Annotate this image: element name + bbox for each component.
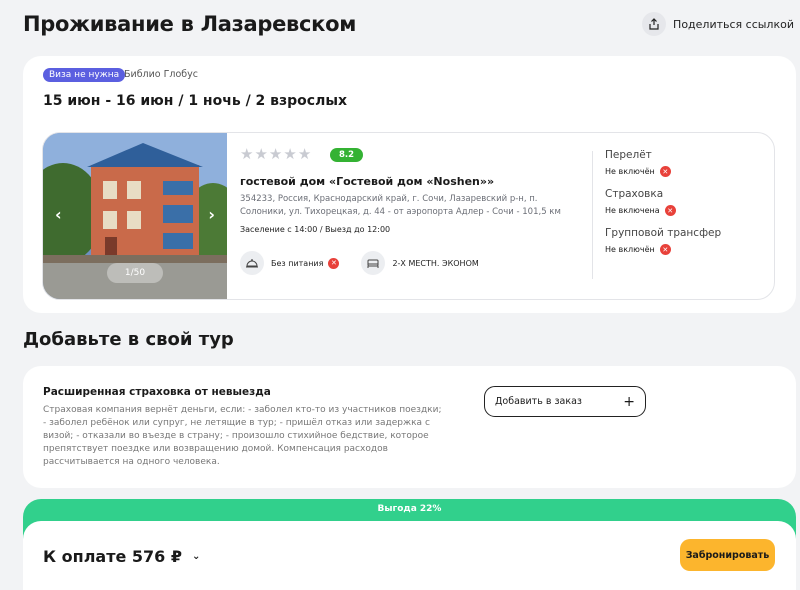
star-icon: ★ <box>240 145 254 163</box>
share-label: Поделиться ссылкой <box>673 17 794 31</box>
photo-prev-button[interactable]: ‹ <box>55 205 62 224</box>
payment-panel: Выгода 22% К оплате 576 ₽ ⌄ Забронироват… <box>23 499 796 590</box>
hotel-name[interactable]: гостевой дом «Гостевой дом «Noshen»» <box>240 175 494 188</box>
checkin-info: Заселение с 14:00 / Выезд до 12:00 <box>240 225 391 234</box>
add-to-order-button[interactable]: Добавить в заказ + <box>484 386 646 417</box>
inclusion-insurance: Страховка Не включена ✕ <box>605 188 721 216</box>
star-icon: ★ <box>283 145 297 163</box>
hotel-card[interactable]: ‹ › 1/50 ★ ★ ★ ★ ★ 8.2 гостевой дом «Гос… <box>42 132 775 300</box>
visa-badge: Виза не нужна <box>43 68 126 82</box>
star-icon: ★ <box>268 145 283 163</box>
tour-dates: 15 июн - 16 июн / 1 ночь / 2 взрослых <box>43 93 348 109</box>
inclusion-transfer: Групповой трансфер Не включён ✕ <box>605 227 721 255</box>
tour-card: Виза не нужна Библио Глобус 15 июн - 16 … <box>23 56 796 313</box>
inclusion-status: Не включена ✕ <box>605 205 721 216</box>
star-rating: ★ ★ ★ ★ ★ <box>240 147 311 162</box>
chevron-down-icon: ⌄ <box>192 551 201 562</box>
insurance-description: Страховая компания вернёт деньги, если: … <box>43 405 442 467</box>
add-to-order-label: Добавить в заказ <box>495 396 582 407</box>
payment-bar: К оплате 576 ₽ ⌄ Забронировать <box>23 521 796 590</box>
bed-icon <box>361 251 386 275</box>
insurance-card: Расширенная страховка от невыезда Страхо… <box>23 366 796 488</box>
tour-operator: Библио Глобус <box>124 69 199 80</box>
plus-icon: + <box>623 393 635 410</box>
rating-badge: 8.2 <box>330 148 364 162</box>
inclusion-flight: Перелёт Не включён ✕ <box>605 149 721 177</box>
insurance-title: Расширенная страховка от невыезда <box>43 386 271 398</box>
not-included-icon: ✕ <box>659 166 671 177</box>
hotel-address: 354233, Россия, Краснодарский край, г. С… <box>240 194 561 217</box>
inclusion-status: Не включён ✕ <box>605 244 721 255</box>
total-price-toggle[interactable]: К оплате 576 ₽ ⌄ <box>43 547 200 566</box>
total-price: К оплате 576 ₽ <box>43 547 183 566</box>
cloche-icon <box>240 251 264 275</box>
addons-title: Добавьте в свой тур <box>23 329 234 350</box>
inclusion-title: Групповой трансфер <box>605 227 722 239</box>
page-title: Проживание в Лазаревском <box>23 12 357 36</box>
meal-label: Без питания <box>271 258 324 268</box>
divider <box>592 151 593 279</box>
not-included-icon: ✕ <box>659 244 671 255</box>
inclusion-title: Страховка <box>605 188 664 200</box>
inclusions-list: Перелёт Не включён ✕ Страховка Не включен… <box>605 149 721 266</box>
inclusion-status: Не включён ✕ <box>605 166 721 177</box>
star-icon: ★ <box>254 145 268 163</box>
star-icon: ★ <box>297 145 312 163</box>
book-button[interactable]: Забронировать <box>680 539 775 571</box>
photo-counter: 1/50 <box>107 263 163 283</box>
photo-next-button[interactable]: › <box>208 205 215 224</box>
not-included-icon: ✕ <box>328 257 340 269</box>
hotel-photo[interactable]: ‹ › 1/50 <box>43 133 227 299</box>
share-button[interactable]: Поделиться ссылкой <box>642 12 794 36</box>
inclusion-title: Перелёт <box>605 149 652 161</box>
room-type-label: 2-Х МЕСТН. ЭКОНОМ <box>392 258 479 268</box>
share-icon <box>642 12 667 36</box>
profit-badge: Выгода 22% <box>377 504 442 514</box>
not-included-icon: ✕ <box>664 205 676 216</box>
hotel-features: Без питания ✕ 2-Х МЕСТН. ЭКОНОМ <box>240 251 479 275</box>
